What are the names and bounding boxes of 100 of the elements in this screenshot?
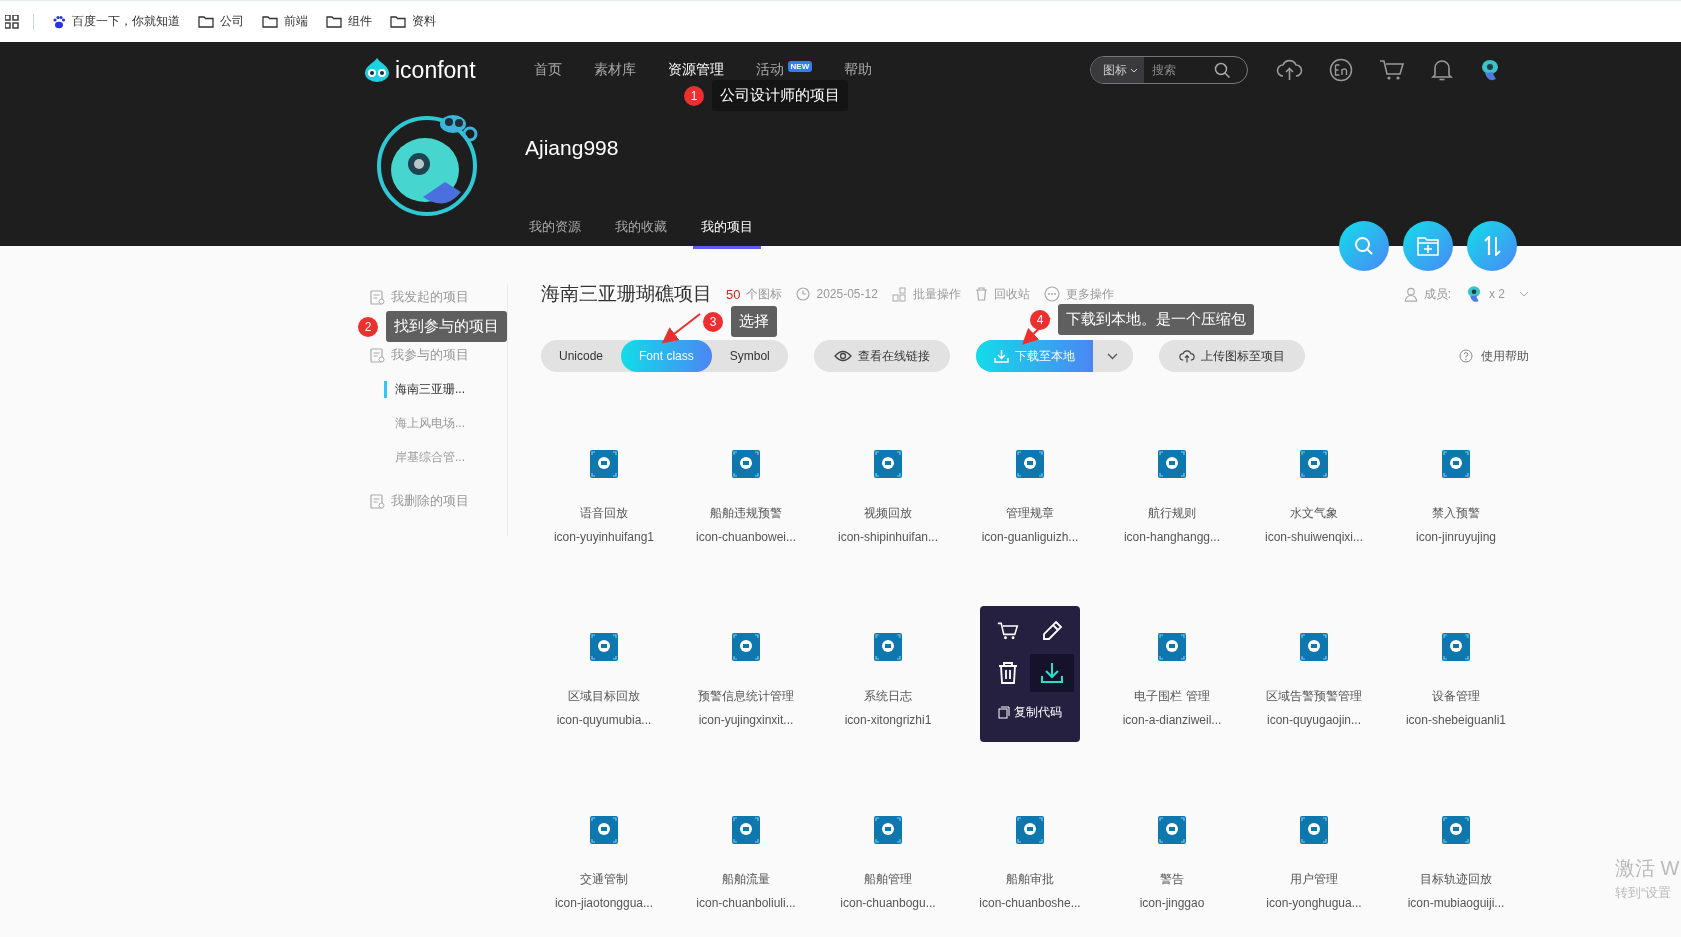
members-label: 成员: (1423, 285, 1451, 303)
members-count: x 2 (1489, 287, 1505, 301)
download-icon[interactable] (1030, 654, 1074, 692)
icon-class: icon-shuiwenqixi... (1264, 530, 1363, 544)
pencil-icon[interactable] (1041, 620, 1063, 642)
icon-name: 区域目标回放 (568, 688, 640, 705)
scope-dropdown[interactable]: 图标 (1091, 57, 1145, 83)
nav-link[interactable]: 帮助 (844, 61, 873, 79)
nav-link[interactable]: 资源管理 (667, 61, 724, 79)
upload-cloud-icon[interactable] (1276, 59, 1304, 81)
step-number: 2 (358, 316, 378, 337)
glyph-icon[interactable] (590, 816, 618, 844)
glyph-icon[interactable] (1442, 633, 1470, 661)
glyph-icon[interactable] (1016, 450, 1044, 478)
icon-class: icon-quyugaojin... (1266, 713, 1362, 727)
copy-code-button[interactable]: 复制代码 (998, 704, 1062, 721)
cart-icon[interactable] (997, 621, 1019, 641)
icon-class: icon-yuyinhuifang1 (553, 530, 655, 544)
glyph-icon[interactable] (1158, 450, 1186, 478)
glyph-icon[interactable] (1158, 633, 1186, 661)
glyph-icon[interactable] (1442, 816, 1470, 844)
icon-class: icon-chuanbowei... (695, 530, 797, 544)
view-link-button[interactable]: 查看在线链接 (813, 340, 950, 372)
question-icon (1459, 349, 1473, 363)
clock-icon (796, 287, 811, 301)
glyph-icon[interactable] (874, 816, 902, 844)
profile-tab[interactable]: 我的收藏 (607, 218, 675, 249)
glyph-icon[interactable] (1300, 633, 1328, 661)
icon-name: 设备管理 (1432, 688, 1480, 705)
icon-class: icon-jinruyujing (1415, 530, 1496, 544)
icon-name: 水文气象 (1290, 505, 1338, 522)
glyph-icon[interactable] (732, 450, 760, 478)
glyph-icon[interactable] (732, 816, 760, 844)
glyph-icon[interactable] (590, 450, 618, 478)
bookmark[interactable]: 前端 (262, 13, 308, 30)
icon-class: icon-shipinhuifan... (837, 530, 939, 544)
search-button[interactable] (1339, 221, 1389, 271)
glyph-icon[interactable] (1158, 816, 1186, 844)
icon-class: icon-a-dianziweil... (1122, 713, 1222, 727)
folder-icon (326, 15, 342, 28)
glyph-icon[interactable] (590, 633, 618, 661)
upload-button[interactable]: 上传图标至项目 (1158, 340, 1305, 372)
search-icon[interactable] (1214, 61, 1232, 79)
annotation-tooltip: 找到参与的项目 (386, 311, 507, 342)
folder-plus-icon (1417, 236, 1439, 256)
activation-title: 激活 W (1615, 856, 1680, 881)
project-title: 海南三亚珊瑚礁项目 (541, 282, 712, 306)
glyph-icon[interactable] (1300, 816, 1328, 844)
sort-button[interactable] (1467, 221, 1517, 271)
annotation-tooltip: 公司设计师的项目 (712, 80, 848, 111)
icon-name: 交通管制 (580, 871, 628, 888)
glyph-icon[interactable] (1016, 816, 1044, 844)
icon-count-label: 个图标 (746, 285, 783, 303)
nav-link[interactable]: 素材库 (593, 61, 636, 79)
username: Ajiang998 (525, 136, 620, 160)
icon-name: 语音回放 (580, 505, 628, 522)
logo[interactable]: iconfont (362, 56, 476, 84)
format-tab[interactable]: Symbol (711, 340, 788, 372)
glyph-icon[interactable] (1300, 450, 1328, 478)
eye-icon (833, 350, 852, 362)
help-link[interactable]: 使用帮助 (1459, 347, 1529, 365)
bookmark[interactable]: 资料 (390, 13, 436, 30)
nav-link[interactable]: 首页 (533, 61, 562, 79)
person-icon (1403, 286, 1418, 302)
document-icon (370, 347, 385, 363)
glyph-icon[interactable] (874, 633, 902, 661)
new-folder-button[interactable] (1403, 221, 1453, 271)
bookmark[interactable]: 公司 (198, 13, 244, 30)
icon-class: icon-jinggao (1139, 896, 1205, 910)
icon-name: 船舶流量 (722, 871, 770, 888)
bookmark[interactable]: 百度一下，你就知道 (52, 13, 180, 30)
apps-icon[interactable] (5, 14, 19, 29)
icon-class: icon-yujingxinxit... (698, 713, 794, 727)
bell-icon[interactable] (1431, 58, 1454, 82)
annotation-arrow (661, 313, 701, 344)
glyph-icon[interactable] (1442, 450, 1470, 478)
nav-link[interactable]: 活动 $^{NEW}$ (755, 61, 813, 79)
bookmark[interactable]: 组件 (326, 13, 372, 30)
icon-name: 区域告警预警管理 (1266, 688, 1362, 705)
format-tab[interactable]: Unicode (541, 340, 622, 372)
annotation-tooltip: 选择 (731, 306, 777, 337)
download-icon (993, 349, 1009, 363)
glyph-icon[interactable] (874, 450, 902, 478)
annotation-arrow (1022, 317, 1051, 345)
icon-name: 用户管理 (1290, 871, 1338, 888)
icon-class: icon-mubiaoguiji... (1407, 896, 1505, 910)
trash-icon (974, 287, 988, 301)
glyph-icon[interactable] (732, 633, 760, 661)
trash-icon[interactable] (998, 662, 1018, 684)
icon-class: icon-xitongrizhi1 (844, 713, 932, 727)
copy-icon (998, 706, 1010, 719)
folder-icon (198, 15, 214, 28)
annotation-tooltip: 下载到本地。是一个压缩包 (1058, 304, 1254, 335)
project-item[interactable]: 海南三亚珊... (384, 381, 507, 398)
language-icon[interactable] (1329, 58, 1354, 82)
profile-tab[interactable]: 我的项目 (693, 218, 761, 249)
profile-tab[interactable]: 我的资源 (521, 218, 589, 249)
icon-name: 禁入预警 (1432, 505, 1480, 522)
cart-icon[interactable] (1379, 59, 1406, 81)
icon-name: 管理规章 (1006, 505, 1054, 522)
